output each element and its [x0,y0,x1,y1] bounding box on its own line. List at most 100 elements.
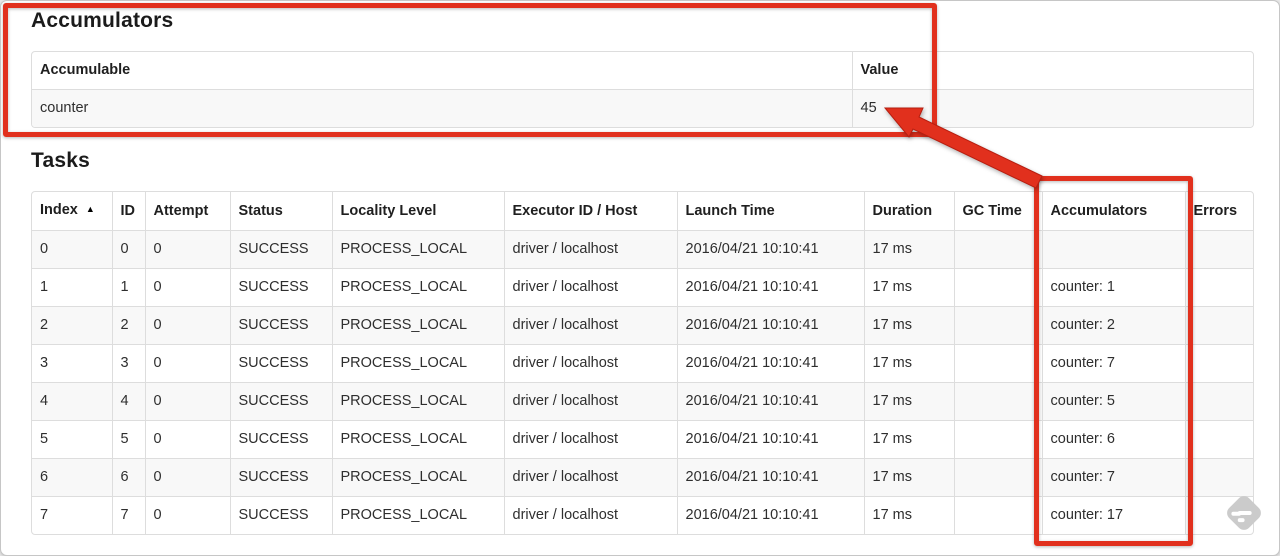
table-cell: driver / localhost [504,382,678,421]
table-cell [954,382,1043,421]
column-header-label: Errors [1193,202,1238,219]
table-cell [954,344,1043,383]
table-cell: PROCESS_LOCAL [332,344,505,383]
table-cell: 0 [112,230,146,269]
task-row: 5 5 0 SUCCESS PROCESS_LOCAL driver / localhos… [32,420,1253,459]
table-cell: driver / localhost [504,306,678,345]
table-cell: 2016/04/21 10:10:41 [677,344,865,383]
table-cell: counter: 17 [1042,496,1186,534]
table-cell [1042,230,1186,269]
table-cell: 1 [112,268,146,307]
table-cell: SUCCESS [230,268,333,307]
column-header-label: Duration [872,202,933,219]
task-row: 3 3 0 SUCCESS PROCESS_LOCAL driver / localhos… [32,344,1253,383]
table-cell [954,458,1043,497]
table-cell [1185,458,1253,497]
tasks-table-body: 0 0 0 SUCCESS PROCESS_LOCAL driver / localhos… [32,230,1253,535]
table-cell: SUCCESS [230,306,333,345]
table-cell: 2016/04/21 10:10:41 [677,230,865,269]
table-cell: counter [32,89,853,127]
column-header-accumulable[interactable]: Accumulable [32,52,853,90]
task-row: 2 2 0 SUCCESS PROCESS_LOCAL driver / localhos… [32,306,1253,345]
table-cell: 2016/04/21 10:10:41 [677,420,865,459]
table-cell: SUCCESS [230,458,333,497]
accumulable-row: counter 45 [32,89,1253,127]
table-cell [1185,268,1253,307]
column-header-status[interactable]: Status [230,192,333,231]
column-header-label: Launch Time [685,202,775,219]
column-header-label: Status [238,202,283,219]
table-cell: 17 ms [864,306,955,345]
table-cell: 1 [32,268,113,307]
table-cell: driver / localhost [504,420,678,459]
accumulators-table-body: counter 45 [32,89,1253,127]
task-row: 4 4 0 SUCCESS PROCESS_LOCAL driver / localhos… [32,382,1253,421]
table-cell: SUCCESS [230,382,333,421]
column-header-id[interactable]: ID [112,192,146,231]
table-cell [954,230,1043,269]
column-header-value[interactable]: Value [852,52,1253,90]
table-cell: 0 [145,230,231,269]
table-cell: PROCESS_LOCAL [332,496,505,534]
table-cell: counter: 5 [1042,382,1186,421]
table-cell: 2016/04/21 10:10:41 [677,268,865,307]
table-cell: 7 [112,496,146,534]
table-cell: 0 [145,382,231,421]
column-header-locality-level[interactable]: Locality Level [332,192,505,231]
column-header-gc-time[interactable]: GC Time [954,192,1043,231]
table-cell: 7 [32,496,113,534]
table-cell: 2 [32,306,113,345]
column-header-index[interactable]: Index ▲ [32,192,113,231]
table-cell: 0 [32,230,113,269]
table-cell: 17 ms [864,268,955,307]
table-cell: 6 [112,458,146,497]
table-cell: counter: 1 [1042,268,1186,307]
table-cell: 2016/04/21 10:10:41 [677,496,865,534]
column-header-label: ID [120,202,136,219]
table-cell: 17 ms [864,496,955,534]
column-header-launch-time[interactable]: Launch Time [677,192,865,231]
sort-ascending-icon: ▲ [85,204,95,214]
table-cell: PROCESS_LOCAL [332,306,505,345]
column-header-label: Value [860,62,899,78]
table-cell: 5 [32,420,113,459]
column-header-duration[interactable]: Duration [864,192,955,231]
tasks-header-row: Index ▲ ID Attempt Status Locality Level Execu… [32,192,1253,231]
table-cell: counter: 7 [1042,344,1186,383]
table-cell: 0 [145,458,231,497]
table-cell [1185,382,1253,421]
accumulators-section-title: Accumulators [31,9,174,32]
page-frame: Accumulators Accumulable Value counter 45 … [0,0,1280,556]
column-header-attempt[interactable]: Attempt [145,192,231,231]
table-cell: 17 ms [864,344,955,383]
table-cell: driver / localhost [504,344,678,383]
tasks-table: Index ▲ ID Attempt Status Locality Level Execu… [31,191,1254,535]
table-cell [954,306,1043,345]
table-cell [1185,420,1253,459]
table-cell: SUCCESS [230,344,333,383]
column-header-accumulators[interactable]: Accumulators [1042,192,1186,231]
table-cell: PROCESS_LOCAL [332,458,505,497]
table-cell: driver / localhost [504,496,678,534]
column-header-label: Executor ID / Host [512,202,638,219]
table-cell [1185,344,1253,383]
table-cell: 0 [145,268,231,307]
table-cell: driver / localhost [504,268,678,307]
table-cell: PROCESS_LOCAL [332,230,505,269]
table-cell: 3 [112,344,146,383]
table-cell: 3 [32,344,113,383]
column-header-executor-id-host[interactable]: Executor ID / Host [504,192,678,231]
table-cell [1185,497,1253,535]
table-cell: PROCESS_LOCAL [332,268,505,307]
column-header-label: Attempt [153,202,209,219]
table-cell [954,496,1043,534]
table-cell: 5 [112,420,146,459]
accumulators-header-row: Accumulable Value [32,52,1253,90]
column-header-label: Accumulators [1050,202,1148,219]
table-cell: SUCCESS [230,496,333,534]
table-cell [1185,306,1253,345]
column-header-label: Index [40,202,78,218]
table-cell: counter: 7 [1042,458,1186,497]
task-row: 6 6 0 SUCCESS PROCESS_LOCAL driver / localhos… [32,458,1253,497]
column-header-errors[interactable]: Errors [1185,192,1253,231]
